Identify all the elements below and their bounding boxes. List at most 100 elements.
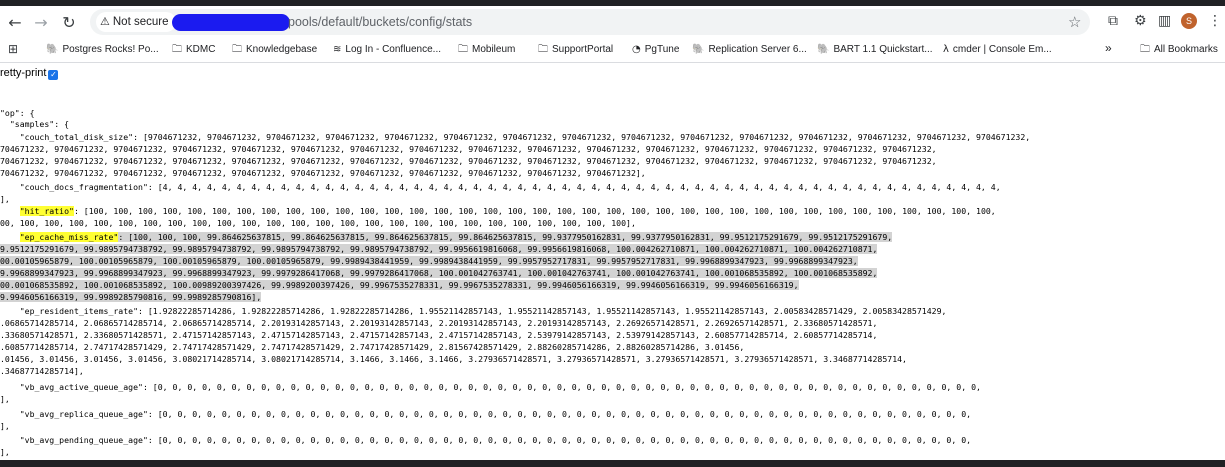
json-text: 00, 100, 100, 100, 100, 100, 100, 100, 1… — [0, 218, 636, 228]
highlighted-key: "ep_cache_miss_rate" — [19, 232, 119, 242]
pgtune-icon: ◔ — [632, 44, 641, 55]
bookmark-item[interactable]: 🐘 BART 1.1 Quickstart... — [817, 43, 933, 57]
bookmark-label: PgTune — [644, 44, 680, 55]
json-line: ], — [0, 193, 10, 205]
bookmarks-overflow-chevron-icon[interactable]: » — [1105, 41, 1112, 55]
json-line: "hit_ratio": [100, 100, 100, 100, 100, 1… — [0, 205, 996, 217]
json-text: 704671232, 9704671232, 9704671232, 97046… — [0, 156, 937, 166]
bookmark-item[interactable]: 🗀 SupportPortal — [538, 43, 613, 57]
bookmark-label: Knowledgebase — [246, 44, 318, 55]
json-line: 00, 100, 100, 100, 100, 100, 100, 100, 1… — [0, 217, 636, 229]
json-line: "samples": { — [0, 118, 69, 130]
bookmark-label: Log In - Confluence... — [345, 44, 442, 55]
json-line: .60857714285714, 2.74717428571429, 2.747… — [0, 341, 744, 353]
apps-grid-icon[interactable]: ⊞ — [8, 42, 18, 56]
folder-icon: 🗀 — [458, 44, 468, 55]
bookmark-item[interactable]: ◔ PgTune — [632, 43, 679, 57]
json-line: "vb_avg_active_queue_age": [0, 0, 0, 0, … — [0, 381, 981, 393]
pretty-print-toggle[interactable]: retty-print ✓ — [0, 66, 59, 80]
extensions-puzzle-icon[interactable]: ⚙ — [1134, 13, 1147, 29]
confluence-icon: ≋ — [333, 44, 342, 55]
json-line: 704671232, 9704671232, 9704671232, 97046… — [0, 155, 937, 167]
json-text: .33680571428571, 2.33680571428571, 2.471… — [0, 330, 878, 340]
json-line: 704671232, 9704671232, 9704671232, 97046… — [0, 167, 646, 179]
json-text: ], — [0, 421, 10, 431]
bookmark-label: Postgres Rocks! Po... — [62, 44, 159, 55]
json-text — [0, 232, 20, 242]
json-text: .60857714285714, 2.74717428571429, 2.747… — [0, 342, 745, 352]
json-line: 00.001068535892, 100.001068535892, 100.0… — [0, 279, 799, 291]
json-text — [0, 206, 20, 216]
json-line: "vb_avg_replica_queue_age": [0, 0, 0, 0,… — [0, 408, 971, 420]
bookmark-label: BART 1.1 Quickstart... — [833, 44, 933, 55]
json-line: ], — [0, 420, 10, 432]
cast-icon[interactable]: ⧉ — [1108, 13, 1118, 29]
json-line: "couch_docs_fragmentation": [4, 4, 4, 4,… — [0, 181, 1001, 193]
bookmark-item[interactable]: 🐘 Postgres Rocks! Po... — [46, 43, 159, 57]
json-text: .01456, 3.01456, 3.01456, 3.01456, 3.080… — [0, 354, 907, 364]
bookmark-label: cmder | Console Em... — [952, 44, 1052, 55]
bookmark-item[interactable]: 🗀 Mobileum — [458, 43, 515, 57]
url-text: pools/default/buckets/config/stats — [288, 15, 473, 29]
bookmark-item[interactable]: ≋ Log In - Confluence... — [333, 43, 441, 57]
json-text: .34687714285714], — [0, 366, 84, 376]
bookmark-label: Mobileum — [472, 44, 516, 55]
json-text: : [100, 100, 100, 99.864625637815, 99.86… — [118, 232, 893, 242]
elephant-icon: 🐘 — [692, 44, 705, 55]
json-line: 9.9968899347923, 99.9968899347923, 99.99… — [0, 267, 878, 279]
profile-avatar[interactable]: S — [1181, 13, 1197, 29]
redacted-host-scribble — [172, 14, 290, 31]
menu-kebab-icon[interactable]: ⋮ — [1208, 13, 1222, 29]
json-text: 00.001068535892, 100.001068535892, 100.0… — [0, 280, 799, 290]
bookmark-star-icon[interactable]: ☆ — [1068, 13, 1081, 31]
bookmark-label: KDMC — [186, 44, 216, 55]
json-line: ], — [0, 393, 10, 405]
json-text: 9.9968899347923, 99.9968899347923, 99.99… — [0, 268, 878, 278]
json-line: 9.9512175291679, 99.9895794738792, 99.98… — [0, 243, 878, 255]
json-line: ], — [0, 446, 10, 458]
json-text: "couch_docs_fragmentation": [4, 4, 4, 4,… — [0, 182, 1001, 192]
json-text: "vb_avg_active_queue_age": [0, 0, 0, 0, … — [0, 382, 981, 392]
json-line: 00.00105965879, 100.00105965879, 100.001… — [0, 255, 858, 267]
json-line: 9.9946056166319, 99.9989285790816, 99.99… — [0, 291, 262, 303]
json-text: "vb_avg_replica_queue_age": [0, 0, 0, 0,… — [0, 409, 972, 419]
bookmark-item[interactable]: 🐘 Replication Server 6... — [692, 43, 807, 57]
elephant-icon: 🐘 — [46, 44, 59, 55]
window-bottom-edge — [0, 460, 1225, 467]
bookmark-item[interactable]: 🗀 Knowledgebase — [232, 43, 317, 57]
back-arrow-icon[interactable]: ← — [4, 12, 26, 34]
security-label: Not secure — [112, 16, 169, 28]
security-chip[interactable]: ⚠ Not secure — [96, 12, 177, 32]
bookmark-item[interactable]: λ cmder | Console Em... — [943, 43, 1052, 57]
json-text: 704671232, 9704671232, 9704671232, 97046… — [0, 144, 937, 154]
all-bookmarks-button[interactable]: 🗀 All Bookmarks — [1140, 43, 1218, 57]
all-bookmarks-label: All Bookmarks — [1154, 44, 1218, 55]
json-line: .01456, 3.01456, 3.01456, 3.01456, 3.080… — [0, 353, 907, 365]
bookmarks-bar: ⊞ 🐘 Postgres Rocks! Po... 🗀 KDMC 🗀 Knowledgeb… — [0, 38, 1225, 63]
json-text: "op": { — [0, 108, 35, 118]
json-text: ], — [0, 194, 10, 204]
json-text: "vb_avg_pending_queue_age": [0, 0, 0, 0,… — [0, 435, 972, 445]
reload-icon[interactable]: ↻ — [58, 12, 80, 34]
forward-arrow-icon[interactable]: → — [30, 12, 52, 34]
json-line: .06865714285714, 2.06865714285714, 2.068… — [0, 317, 877, 329]
json-line: .33680571428571, 2.33680571428571, 2.471… — [0, 329, 877, 341]
checkbox-checked-icon[interactable]: ✓ — [48, 70, 59, 80]
folder-icon: 🗀 — [1140, 44, 1150, 55]
pretty-print-label: retty-print — [0, 67, 47, 79]
json-line: "couch_total_disk_size": [9704671232, 97… — [0, 131, 1031, 143]
folder-icon: 🗀 — [232, 44, 242, 55]
json-text: 00.00105965879, 100.00105965879, 100.001… — [0, 256, 858, 266]
address-bar[interactable]: ⚠ Not secure pools/default/buckets/config… — [90, 9, 1090, 35]
bookmark-item[interactable]: 🗀 KDMC — [172, 43, 215, 57]
json-viewer: retty-print ✓ "op": { "samples": { "couch… — [0, 63, 1225, 460]
json-text: : [100, 100, 100, 100, 100, 100, 100, 10… — [73, 206, 996, 216]
json-line: "ep_resident_items_rate": [1.92822285714… — [0, 305, 947, 317]
json-text: 704671232, 9704671232, 9704671232, 97046… — [0, 168, 646, 178]
json-line: "ep_cache_miss_rate": [100, 100, 100, 99… — [0, 231, 893, 243]
side-panel-icon[interactable]: ▥ — [1158, 13, 1171, 29]
json-text: "samples": { — [0, 119, 70, 129]
json-line: .34687714285714], — [0, 365, 84, 377]
elephant-icon: 🐘 — [817, 44, 830, 55]
json-line: "vb_avg_pending_queue_age": [0, 0, 0, 0,… — [0, 434, 971, 446]
